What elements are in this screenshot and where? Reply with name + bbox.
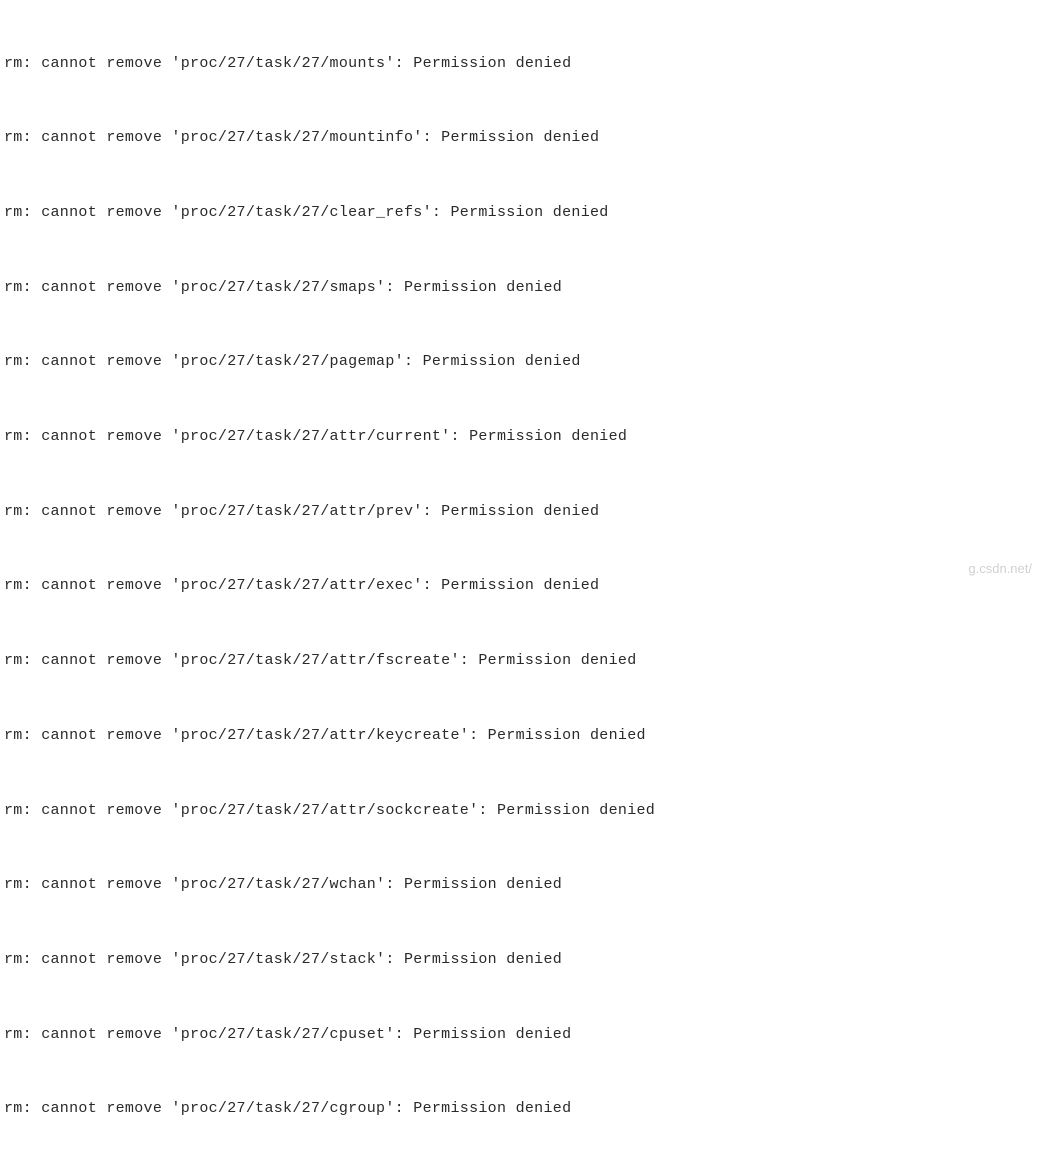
- terminal-line: rm: cannot remove 'proc/27/task/27/attr/…: [4, 649, 1036, 674]
- terminal-line: rm: cannot remove 'proc/27/task/27/smaps…: [4, 276, 1036, 301]
- terminal-line: rm: cannot remove 'proc/27/task/27/attr/…: [4, 425, 1036, 450]
- terminal-line: rm: cannot remove 'proc/27/task/27/clear…: [4, 201, 1036, 226]
- terminal-line: rm: cannot remove 'proc/27/task/27/attr/…: [4, 574, 1036, 599]
- terminal-output: rm: cannot remove 'proc/27/task/27/mount…: [4, 2, 1036, 1172]
- terminal-line: rm: cannot remove 'proc/27/task/27/cpuse…: [4, 1023, 1036, 1048]
- terminal-line: rm: cannot remove 'proc/27/task/27/attr/…: [4, 799, 1036, 824]
- terminal-line: rm: cannot remove 'proc/27/task/27/pagem…: [4, 350, 1036, 375]
- terminal-line: rm: cannot remove 'proc/27/task/27/attr/…: [4, 724, 1036, 749]
- terminal-line: rm: cannot remove 'proc/27/task/27/mount…: [4, 52, 1036, 77]
- terminal-line: rm: cannot remove 'proc/27/task/27/wchan…: [4, 873, 1036, 898]
- terminal-line: rm: cannot remove 'proc/27/task/27/cgrou…: [4, 1097, 1036, 1122]
- watermark: g.csdn.net/: [968, 558, 1032, 580]
- terminal-line: rm: cannot remove 'proc/27/task/27/mount…: [4, 126, 1036, 151]
- terminal-line: rm: cannot remove 'proc/27/task/27/attr/…: [4, 500, 1036, 525]
- terminal-line: rm: cannot remove 'proc/27/task/27/stack…: [4, 948, 1036, 973]
